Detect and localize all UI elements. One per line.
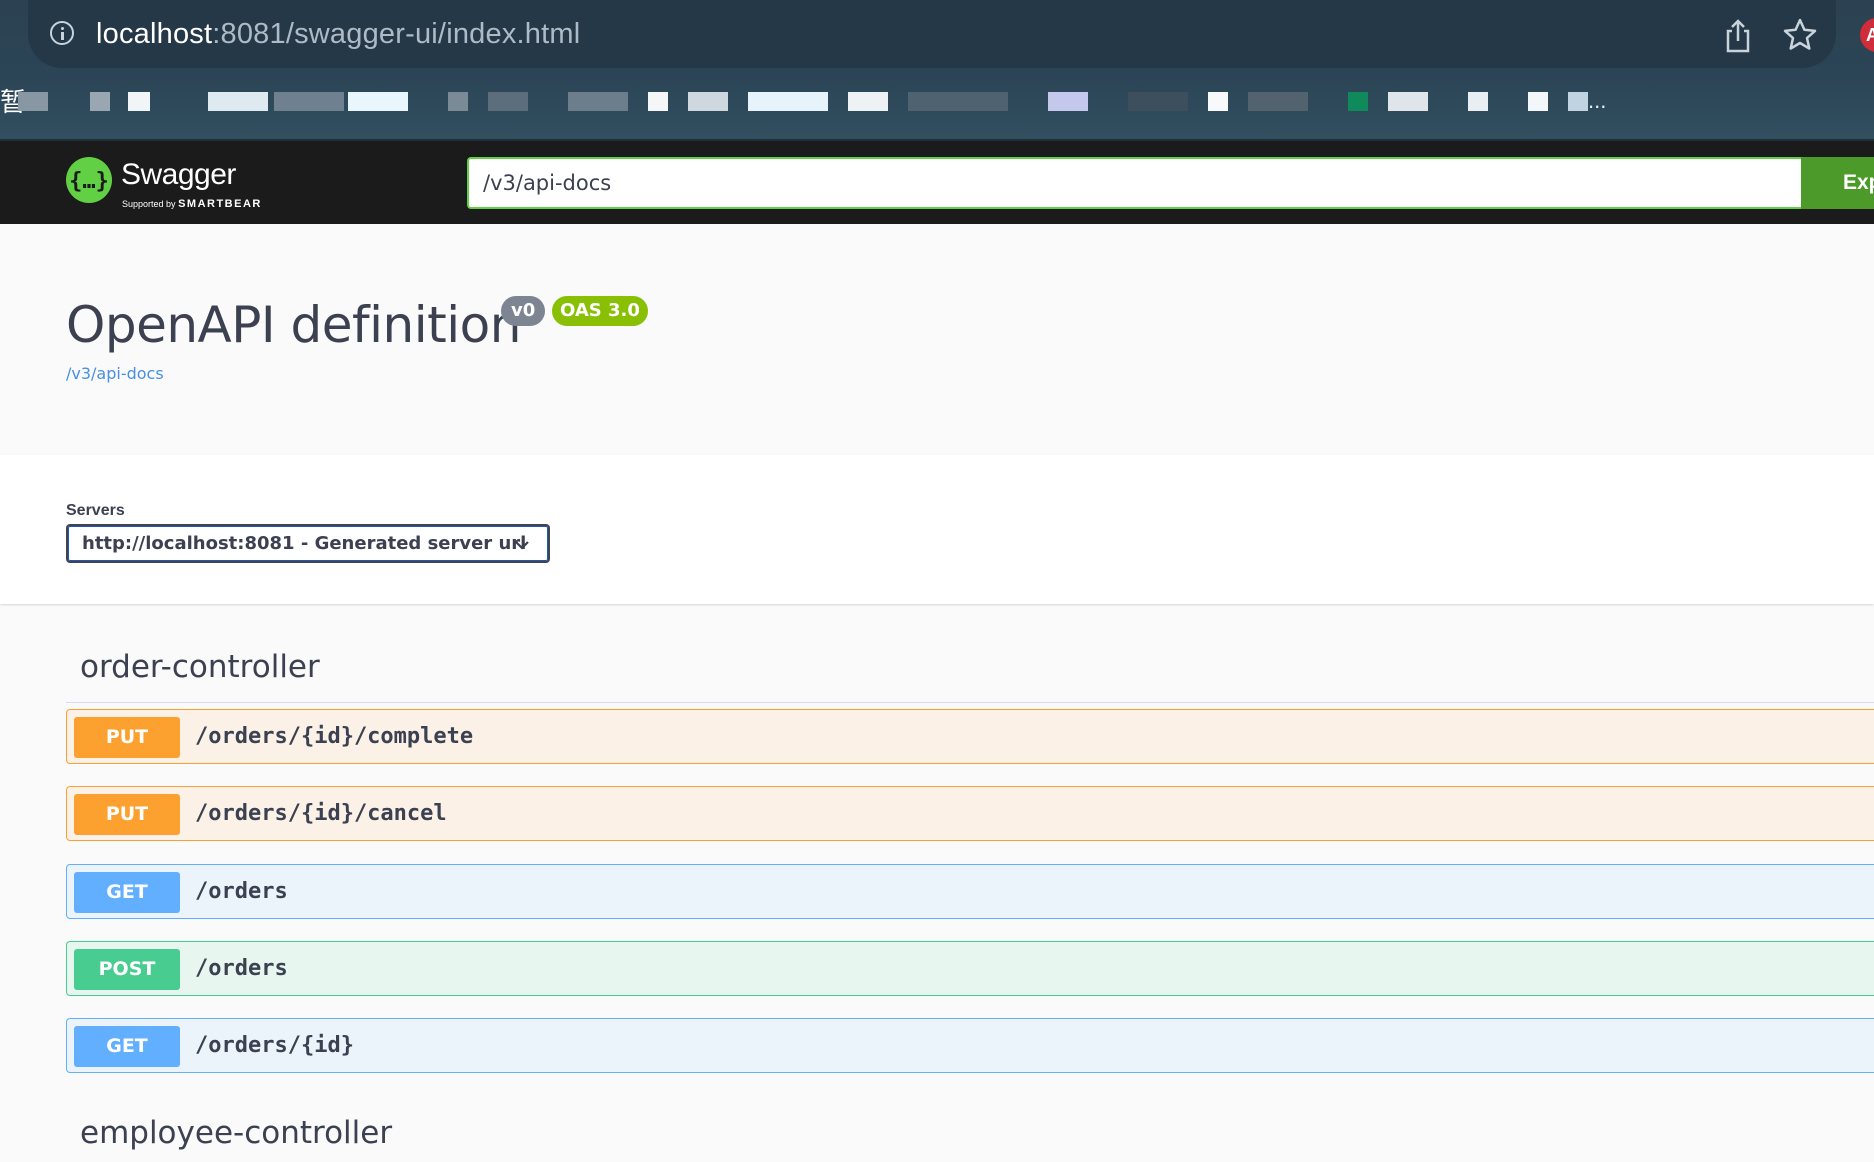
bookmark-item[interactable] bbox=[90, 92, 110, 111]
servers-select[interactable]: http://localhost:8081 - Generated server… bbox=[66, 524, 550, 563]
operation-path: /orders bbox=[195, 956, 288, 981]
method-badge: GET bbox=[74, 1026, 180, 1067]
operation-get-orders-id[interactable]: GET /orders/{id} bbox=[66, 1018, 1874, 1073]
swagger-logo-subtitle: Supported by SMARTBEAR bbox=[122, 198, 262, 210]
bookmark-item[interactable] bbox=[1348, 92, 1368, 111]
bookmarks-overflow[interactable]: ... bbox=[1588, 88, 1606, 114]
profile-avatar[interactable]: A bbox=[1860, 18, 1874, 52]
explore-button[interactable]: Explore bbox=[1801, 157, 1874, 209]
info-icon[interactable] bbox=[50, 21, 74, 45]
servers-selected-value: http://localhost:8081 - Generated server… bbox=[82, 533, 527, 554]
version-badge: v0 bbox=[501, 296, 546, 326]
bookmark-item[interactable] bbox=[688, 92, 728, 111]
bookmark-item[interactable] bbox=[1128, 92, 1188, 111]
bookmark-item[interactable] bbox=[274, 92, 344, 111]
operation-path: /orders bbox=[195, 879, 288, 904]
svg-text:{…}: {…} bbox=[69, 169, 109, 194]
explore-label: Explore bbox=[1843, 171, 1874, 194]
bookmark-item[interactable] bbox=[1208, 92, 1228, 111]
tag-heading-employee-controller[interactable]: employee-controller bbox=[80, 1113, 392, 1153]
method-badge: GET bbox=[74, 872, 180, 913]
chevron-down-icon bbox=[515, 541, 529, 550]
url-path: :8081/swagger-ui/index.html bbox=[212, 18, 581, 50]
swagger-logo-title: Swagger bbox=[121, 158, 236, 191]
bookmark-item[interactable] bbox=[1568, 92, 1588, 111]
method-badge: PUT bbox=[74, 717, 180, 758]
bookmark-item[interactable] bbox=[1388, 92, 1428, 111]
bookmark-item[interactable] bbox=[848, 92, 888, 111]
operation-path: /orders/{id}/cancel bbox=[195, 801, 447, 826]
operation-path: /orders/{id} bbox=[195, 1033, 354, 1058]
bookmark-item[interactable] bbox=[208, 92, 268, 111]
oas-badge: OAS 3.0 bbox=[552, 296, 648, 326]
bookmark-item[interactable] bbox=[448, 92, 468, 111]
logo-smartbear: SMARTBEAR bbox=[178, 198, 262, 210]
bookmark-item[interactable] bbox=[348, 92, 408, 111]
operation-put-orders-id-cancel[interactable]: PUT /orders/{id}/cancel bbox=[66, 786, 1874, 841]
bookmark-item[interactable] bbox=[908, 92, 1008, 111]
bookmark-item[interactable] bbox=[1468, 92, 1488, 111]
browser-chrome: localhost:8081/swagger-ui/index.html A 暂… bbox=[0, 0, 1874, 141]
tag-heading-order-controller[interactable]: order-controller bbox=[80, 647, 320, 687]
swagger-logo-icon[interactable]: {…} bbox=[66, 157, 112, 203]
logo-supported-by: Supported by bbox=[122, 199, 176, 209]
tag-divider bbox=[66, 702, 1874, 703]
bookmark-star-icon[interactable] bbox=[1782, 17, 1818, 53]
bookmark-item[interactable] bbox=[1248, 92, 1308, 111]
operation-put-orders-id-complete[interactable]: PUT /orders/{id}/complete bbox=[66, 709, 1874, 764]
share-icon[interactable] bbox=[1722, 18, 1754, 54]
bookmark-item[interactable] bbox=[128, 92, 150, 111]
servers-label: Servers bbox=[66, 502, 125, 519]
bookmark-item[interactable] bbox=[1048, 92, 1088, 111]
bookmark-item[interactable] bbox=[748, 92, 828, 111]
method-badge: POST bbox=[74, 949, 180, 990]
api-url-input[interactable] bbox=[467, 157, 1803, 209]
operation-post-orders[interactable]: POST /orders bbox=[66, 941, 1874, 996]
url-host: localhost bbox=[96, 18, 213, 50]
api-title: OpenAPI definition bbox=[66, 296, 521, 354]
address-url[interactable]: localhost:8081/swagger-ui/index.html bbox=[96, 16, 580, 52]
bookmark-item[interactable] bbox=[1528, 92, 1548, 111]
bookmark-item[interactable] bbox=[18, 92, 48, 111]
spec-link[interactable]: /v3/api-docs bbox=[66, 364, 164, 384]
operation-path: /orders/{id}/complete bbox=[195, 724, 474, 749]
method-badge: PUT bbox=[74, 794, 180, 835]
bookmark-item[interactable] bbox=[568, 92, 628, 111]
bookmark-item[interactable] bbox=[488, 92, 528, 111]
bookmark-item[interactable] bbox=[648, 92, 668, 111]
operation-get-orders[interactable]: GET /orders bbox=[66, 864, 1874, 919]
